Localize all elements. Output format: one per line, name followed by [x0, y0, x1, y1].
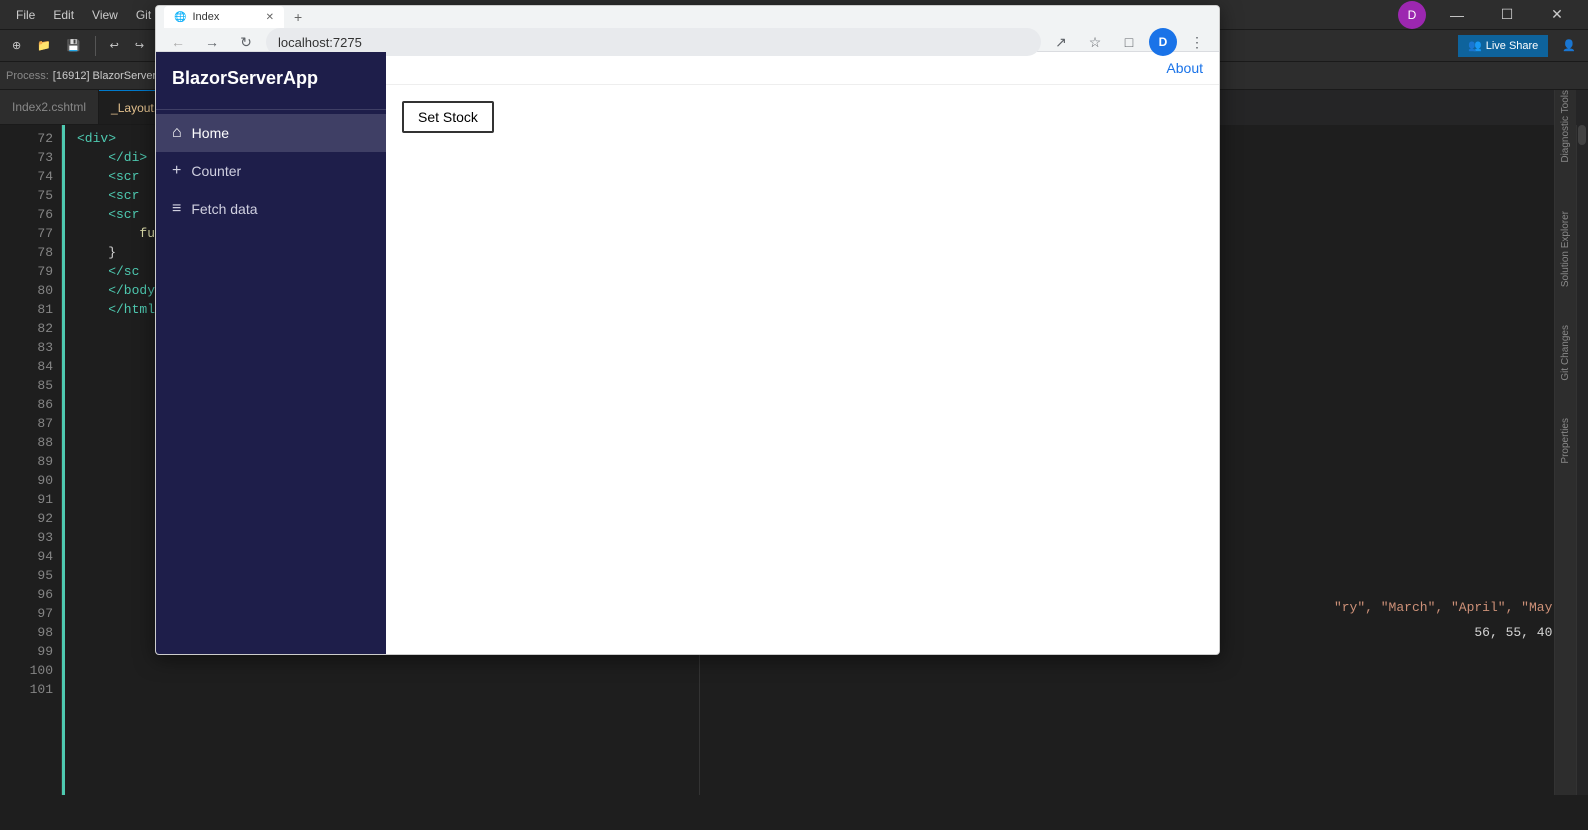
- gutter-82: [1, 324, 11, 334]
- gutter-93: [1, 533, 11, 543]
- gutter-78: [1, 248, 11, 258]
- properties-label[interactable]: Properties: [1560, 418, 1571, 472]
- months-line: "ry", "March", "April", "May",: [1334, 600, 1568, 615]
- gutter-88: [1, 438, 11, 448]
- new-tab-button[interactable]: +: [288, 9, 308, 25]
- home-icon: ⌂: [172, 124, 182, 142]
- gutter-100: [1, 666, 11, 676]
- table-icon: ≡: [172, 200, 181, 218]
- toolbar-new[interactable]: ⊕: [6, 34, 27, 58]
- nav-item-fetchdata[interactable]: ≡ Fetch data: [156, 190, 386, 228]
- blazor-content: Set Stock: [386, 85, 1219, 654]
- redo-button[interactable]: ↪: [129, 34, 150, 58]
- gutter-77: [1, 229, 11, 239]
- gutter-96: [1, 590, 11, 600]
- about-link[interactable]: About: [1166, 60, 1203, 76]
- gutter-99: [1, 647, 11, 657]
- nav-home-label: Home: [192, 125, 229, 141]
- gutter-79: [1, 267, 11, 277]
- gutter-73: [1, 153, 11, 163]
- browser-chrome: 🌐 Index ✕ + ← → ↻ ↗ ☆ □ D ⋮: [156, 6, 1219, 52]
- gutter-87: [1, 419, 11, 429]
- tab-index2[interactable]: Index2.cshtml: [0, 90, 99, 125]
- gutter-72: [1, 134, 11, 144]
- separator-1: [95, 36, 96, 56]
- browser-tab-favicon: 🌐: [174, 12, 186, 23]
- maximize-button[interactable]: ☐: [1484, 0, 1530, 30]
- plus-icon: +: [172, 162, 181, 180]
- scrollbar-area: [1576, 125, 1588, 795]
- browser-window: 🌐 Index ✕ + ← → ↻ ↗ ☆ □ D ⋮ Bl: [155, 5, 1220, 655]
- scrollbar-thumb[interactable]: [1578, 125, 1586, 145]
- git-changes-label[interactable]: Git Changes: [1560, 325, 1571, 389]
- title-bar-right: D — ☐ ✕: [1398, 0, 1580, 30]
- main-area: Index2.cshtml _Layout.cshtml ✕ _Host.csh…: [0, 90, 1588, 795]
- browser-tab-index[interactable]: 🌐 Index ✕: [164, 6, 284, 28]
- gutter-95: [1, 571, 11, 581]
- tab-index2-label: Index2.cshtml: [12, 100, 86, 114]
- blazor-nav: BlazorServerApp ⌂ Home + Counter ≡ Fetch…: [156, 52, 386, 654]
- gutter-97: [1, 609, 11, 619]
- gutter-74: [1, 172, 11, 182]
- blazor-app: BlazorServerApp ⌂ Home + Counter ≡ Fetch…: [156, 52, 1219, 654]
- gutter-75: [1, 191, 11, 201]
- browser-tab-bar: 🌐 Index ✕ +: [156, 6, 1219, 28]
- browser-tab-close[interactable]: ✕: [266, 12, 274, 23]
- menu-edit[interactable]: Edit: [45, 6, 82, 24]
- line-numbers: 7273747576 7778798081 8283848586 8788899…: [12, 125, 62, 795]
- gutter-80: [1, 286, 11, 296]
- undo-button[interactable]: ↩: [104, 34, 125, 58]
- gutter-85: [1, 381, 11, 391]
- solution-explorer-label[interactable]: Solution Explorer: [1560, 211, 1571, 295]
- toolbar-open[interactable]: 📁: [31, 34, 57, 58]
- gutter-83: [1, 343, 11, 353]
- gutter-89: [1, 457, 11, 467]
- gutter-86: [1, 400, 11, 410]
- nav-divider: [156, 109, 386, 110]
- gutter-101: [1, 685, 11, 695]
- gutter-84: [1, 362, 11, 372]
- gutter-76: [1, 210, 11, 220]
- gutter-81: [1, 305, 11, 315]
- gutter-94: [1, 552, 11, 562]
- live-share-button[interactable]: 👥 Live Share: [1458, 35, 1548, 57]
- blazor-brand: BlazorServerApp: [156, 52, 386, 105]
- close-button[interactable]: ✕: [1534, 0, 1580, 30]
- months-data: "ry", "March", "April", "May",: [1334, 600, 1568, 615]
- gutter-92: [1, 514, 11, 524]
- nav-item-home[interactable]: ⌂ Home: [156, 114, 386, 152]
- diagnostic-sidebar: Diagnostic Tools Solution Explorer Git C…: [1554, 90, 1576, 795]
- account-settings[interactable]: 👤: [1556, 34, 1582, 58]
- set-stock-button[interactable]: Set Stock: [402, 101, 494, 133]
- blazor-header: About: [386, 52, 1219, 85]
- diagnostic-tools-label[interactable]: Diagnostic Tools: [1560, 90, 1571, 171]
- gutter: [0, 125, 12, 795]
- gutter-91: [1, 495, 11, 505]
- toolbar-save[interactable]: 💾: [61, 34, 87, 58]
- blazor-main: About Set Stock: [386, 52, 1219, 654]
- menu-file[interactable]: File: [8, 6, 43, 24]
- menu-view[interactable]: View: [84, 6, 126, 24]
- nav-counter-label: Counter: [191, 163, 241, 179]
- window-controls: — ☐ ✕: [1434, 0, 1580, 30]
- gutter-90: [1, 476, 11, 486]
- nav-item-counter[interactable]: + Counter: [156, 152, 386, 190]
- process-label: Process:: [6, 70, 49, 82]
- live-share-icon: 👥: [1468, 39, 1482, 52]
- gutter-98: [1, 628, 11, 638]
- minimize-button[interactable]: —: [1434, 0, 1480, 30]
- browser-tab-title: Index: [192, 11, 219, 23]
- nav-fetchdata-label: Fetch data: [191, 201, 257, 217]
- user-avatar[interactable]: D: [1398, 1, 1426, 29]
